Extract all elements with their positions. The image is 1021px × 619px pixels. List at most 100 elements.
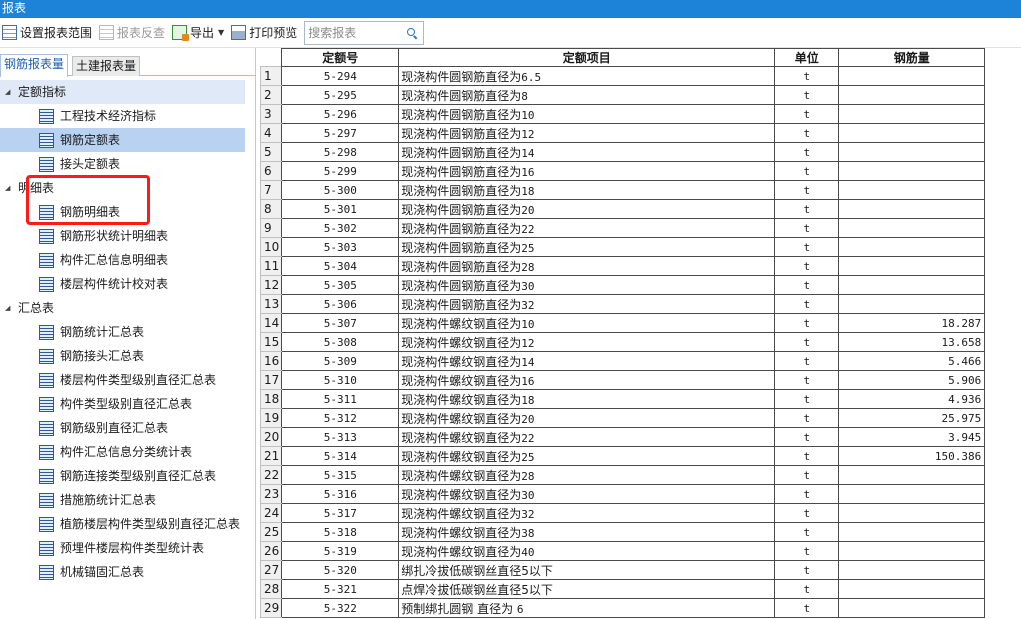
row-number[interactable]: 2 (260, 85, 283, 105)
cell-rebar-amount[interactable]: 5.906 (838, 370, 986, 390)
cell-unit[interactable]: t (774, 484, 840, 504)
row-number[interactable]: 15 (260, 332, 283, 352)
table-row[interactable]: 15 5-308 现浇构件螺纹钢直径为12 t 13.658 (260, 332, 986, 352)
cell-rebar-amount[interactable]: 3.945 (838, 427, 986, 447)
row-number[interactable]: 19 (260, 408, 283, 428)
row-number[interactable]: 3 (260, 104, 283, 124)
table-row[interactable]: 18 5-311 现浇构件螺纹钢直径为18 t 4.936 (260, 389, 986, 409)
cell-unit[interactable]: t (774, 522, 840, 542)
cell-unit[interactable]: t (774, 579, 840, 599)
expand-triangle-icon[interactable]: ◢ (5, 176, 10, 200)
table-row[interactable]: 3 5-296 现浇构件圆钢筋直径为10 t (260, 104, 986, 124)
cell-unit[interactable]: t (774, 218, 840, 238)
column-header-quota-code[interactable]: 定额号 (281, 48, 400, 67)
row-number[interactable]: 7 (260, 180, 283, 200)
cell-quota-code[interactable]: 5-299 (281, 161, 400, 181)
cell-rebar-amount[interactable] (838, 541, 986, 561)
tree-item-summary-3[interactable]: 构件类型级别直径汇总表 (0, 392, 256, 416)
cell-quota-item[interactable]: 现浇构件圆钢筋直径为6.5 (398, 66, 776, 86)
cell-quota-item[interactable]: 现浇构件螺纹钢直径为28 (398, 465, 776, 485)
row-number[interactable]: 6 (260, 161, 283, 181)
table-row[interactable]: 14 5-307 现浇构件螺纹钢直径为10 t 18.287 (260, 313, 986, 333)
cell-rebar-amount[interactable] (838, 142, 986, 162)
row-number[interactable]: 18 (260, 389, 283, 409)
cell-quota-code[interactable]: 5-298 (281, 142, 400, 162)
cell-quota-item[interactable]: 现浇构件圆钢筋直径为25 (398, 237, 776, 257)
cell-quota-code[interactable]: 5-309 (281, 351, 400, 371)
cell-quota-code[interactable]: 5-304 (281, 256, 400, 276)
cell-quota-code[interactable]: 5-322 (281, 598, 400, 618)
cell-quota-item[interactable]: 现浇构件螺纹钢直径为12 (398, 332, 776, 352)
cell-rebar-amount[interactable] (838, 85, 986, 105)
row-number[interactable]: 9 (260, 218, 283, 238)
tree-item-summary-9[interactable]: 预埋件楼层构件类型统计表 (0, 536, 256, 560)
cell-quota-item[interactable]: 现浇构件圆钢筋直径为16 (398, 161, 776, 181)
tree-item-rebar-shape-detail[interactable]: 钢筋形状统计明细表 (0, 224, 256, 248)
tree-item-summary-5[interactable]: 构件汇总信息分类统计表 (0, 440, 256, 464)
row-number[interactable]: 14 (260, 313, 283, 333)
table-row[interactable]: 13 5-306 现浇构件圆钢筋直径为32 t (260, 294, 986, 314)
table-row[interactable]: 20 5-313 现浇构件螺纹钢直径为22 t 3.945 (260, 427, 986, 447)
table-row[interactable]: 26 5-319 现浇构件螺纹钢直径为40 t (260, 541, 986, 561)
cell-quota-item[interactable]: 现浇构件螺纹钢直径为16 (398, 370, 776, 390)
tree-item-summary-8[interactable]: 植筋楼层构件类型级别直径汇总表 (0, 512, 256, 536)
cell-quota-code[interactable]: 5-317 (281, 503, 400, 523)
cell-quota-item[interactable]: 现浇构件螺纹钢直径为32 (398, 503, 776, 523)
tree-group-summary-tables[interactable]: ◢ 汇总表 (0, 296, 256, 320)
row-number[interactable]: 26 (260, 541, 283, 561)
cell-quota-code[interactable]: 5-320 (281, 560, 400, 580)
row-number[interactable]: 1 (260, 66, 283, 86)
cell-quota-code[interactable]: 5-308 (281, 332, 400, 352)
cell-unit[interactable]: t (774, 180, 840, 200)
tree-item-summary-7[interactable]: 措施筋统计汇总表 (0, 488, 256, 512)
cell-quota-code[interactable]: 5-315 (281, 465, 400, 485)
cell-unit[interactable]: t (774, 351, 840, 371)
cell-unit[interactable]: t (774, 294, 840, 314)
cell-quota-code[interactable]: 5-313 (281, 427, 400, 447)
cell-unit[interactable]: t (774, 104, 840, 124)
row-number[interactable]: 10 (260, 237, 283, 257)
cell-quota-item[interactable]: 现浇构件螺纹钢直径为30 (398, 484, 776, 504)
tree-item-rebar-detail[interactable]: 钢筋明细表 (0, 200, 256, 224)
cell-quota-item[interactable]: 绑扎冷拔低碳钢丝直径5以下 (398, 560, 776, 580)
cell-quota-item[interactable]: 现浇构件圆钢筋直径为20 (398, 199, 776, 219)
cell-rebar-amount[interactable] (838, 484, 986, 504)
report-reverse-check-button[interactable]: 报表反查 (97, 21, 170, 45)
cell-unit[interactable]: t (774, 332, 840, 352)
cell-quota-code[interactable]: 5-310 (281, 370, 400, 390)
cell-rebar-amount[interactable] (838, 256, 986, 276)
cell-quota-item[interactable]: 现浇构件圆钢筋直径为32 (398, 294, 776, 314)
cell-quota-item[interactable]: 现浇构件螺纹钢直径为38 (398, 522, 776, 542)
table-row[interactable]: 2 5-295 现浇构件圆钢筋直径为8 t (260, 85, 986, 105)
row-number[interactable]: 27 (260, 560, 283, 580)
cell-quota-code[interactable]: 5-297 (281, 123, 400, 143)
cell-quota-item[interactable]: 现浇构件螺纹钢直径为20 (398, 408, 776, 428)
cell-quota-item[interactable]: 现浇构件圆钢筋直径为18 (398, 180, 776, 200)
cell-unit[interactable]: t (774, 598, 840, 618)
cell-quota-code[interactable]: 5-319 (281, 541, 400, 561)
column-header-unit[interactable]: 单位 (774, 48, 840, 67)
cell-rebar-amount[interactable]: 18.287 (838, 313, 986, 333)
tree-group-quota-index[interactable]: ◢ 定额指标 (0, 80, 245, 104)
cell-rebar-amount[interactable]: 25.975 (838, 408, 986, 428)
table-row[interactable]: 6 5-299 现浇构件圆钢筋直径为16 t (260, 161, 986, 181)
tree-item-summary-1[interactable]: 钢筋接头汇总表 (0, 344, 256, 368)
cell-quota-code[interactable]: 5-307 (281, 313, 400, 333)
row-number[interactable]: 4 (260, 123, 283, 143)
row-number[interactable]: 22 (260, 465, 283, 485)
cell-unit[interactable]: t (774, 85, 840, 105)
row-number[interactable]: 21 (260, 446, 283, 466)
expand-triangle-icon[interactable]: ◢ (5, 80, 10, 104)
tree-item-summary-10[interactable]: 机械锚固汇总表 (0, 560, 256, 584)
table-row[interactable]: 29 5-322 预制绑扎圆钢 直径为 6t (260, 598, 986, 618)
column-header-rebar-amount[interactable]: 钢筋量 (838, 48, 986, 67)
cell-rebar-amount[interactable]: 5.466 (838, 351, 986, 371)
table-row[interactable]: 7 5-300 现浇构件圆钢筋直径为18 t (260, 180, 986, 200)
cell-quota-code[interactable]: 5-301 (281, 199, 400, 219)
cell-unit[interactable]: t (774, 503, 840, 523)
tab-civil-report[interactable]: 土建报表量 (72, 56, 141, 76)
row-number[interactable]: 28 (260, 579, 283, 599)
cell-unit[interactable]: t (774, 465, 840, 485)
cell-quota-code[interactable]: 5-303 (281, 237, 400, 257)
table-row[interactable]: 11 5-304 现浇构件圆钢筋直径为28 t (260, 256, 986, 276)
